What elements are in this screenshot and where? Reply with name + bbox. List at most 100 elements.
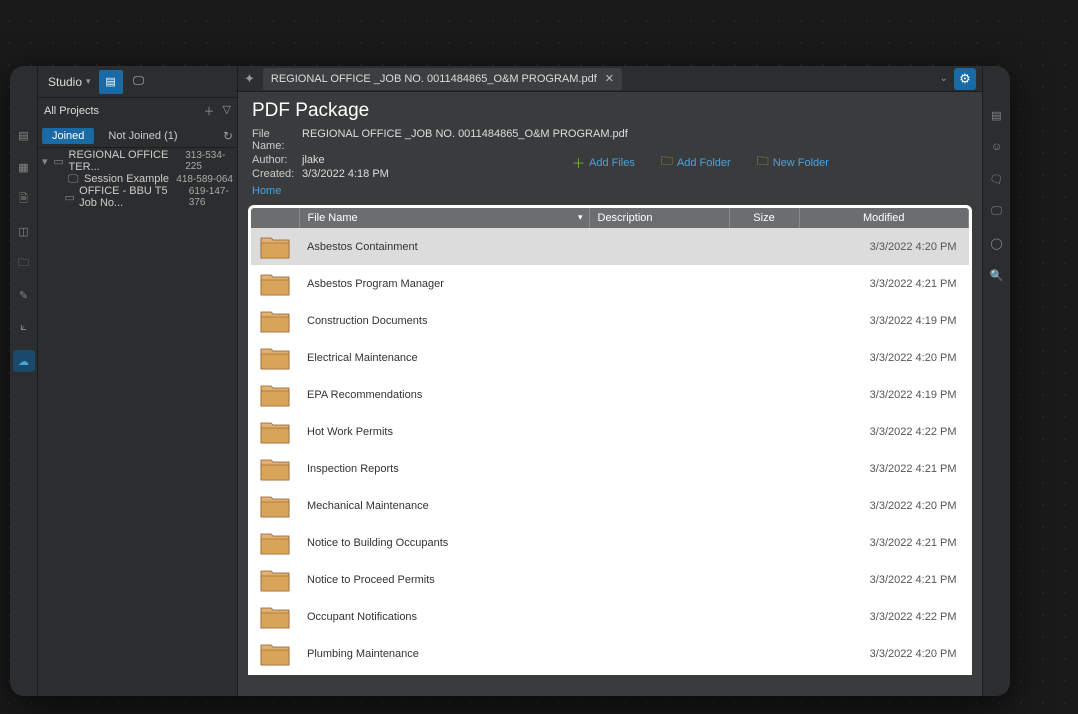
- sidebar: Studio ▤ 🖵 All Projects ＋ ▽ Joined Not J…: [38, 66, 238, 696]
- properties-icon[interactable]: ▤: [988, 106, 1006, 124]
- all-projects-label: All Projects: [44, 105, 99, 117]
- search-icon[interactable]: 🔍: [988, 266, 1006, 284]
- add-folder-button[interactable]: 🗀 Add Folder: [661, 152, 731, 173]
- row-size: [729, 339, 799, 376]
- filename-value: REGIONAL OFFICE _JOB NO. 0011484865_O&M …: [302, 128, 628, 152]
- new-folder-button[interactable]: 🗀 New Folder: [757, 152, 829, 173]
- table-row[interactable]: Occupant Notifications 3/3/2022 4:22 PM: [251, 598, 969, 635]
- breadcrumb: Home: [238, 177, 982, 205]
- tab-not-joined[interactable]: Not Joined (1): [98, 128, 187, 144]
- row-modified: 3/3/2022 4:20 PM: [799, 228, 969, 265]
- row-size: [729, 635, 799, 672]
- col-modified[interactable]: Modified: [799, 208, 969, 228]
- studio-dropdown[interactable]: Studio: [44, 73, 95, 91]
- table-row[interactable]: EPA Recommendations3/3/2022 4:19 PM: [251, 376, 969, 413]
- row-size: [729, 302, 799, 339]
- table-row[interactable]: Electrical Maintenance 3/3/2022 4:20 PM: [251, 339, 969, 376]
- edit-icon[interactable]: ✎: [15, 286, 33, 304]
- row-name: Plumbing Maintenance: [299, 635, 589, 672]
- row-name: Occupant Notifications: [299, 598, 589, 635]
- chat-icon[interactable]: 🗨: [988, 170, 1006, 188]
- project-tabs: Joined Not Joined (1) ↻: [38, 124, 237, 148]
- folder-icon: [251, 635, 299, 672]
- right-rail: ▤ ☺ 🗨 🖵 ◯ 🔍: [982, 66, 1010, 696]
- tag-icon[interactable]: ◯: [988, 234, 1006, 252]
- layers-icon[interactable]: ◫: [15, 222, 33, 240]
- row-modified: 3/3/2022 4:21 PM: [799, 450, 969, 487]
- row-name: Electrical Maintenance: [299, 339, 589, 376]
- user-icon[interactable]: ☺: [988, 138, 1006, 156]
- col-filename[interactable]: File Name: [299, 208, 589, 228]
- tree-label: Session Example: [84, 173, 169, 185]
- row-size: [729, 487, 799, 524]
- session-icon: ▭: [64, 191, 75, 204]
- folder-icon: [251, 487, 299, 524]
- row-name: Notice to Proceed Permits: [299, 561, 589, 598]
- table-row[interactable]: Asbestos Program Manager3/3/2022 4:21 PM: [251, 265, 969, 302]
- row-name: Hot Work Permits: [299, 413, 589, 450]
- row-name: Construction Documents: [299, 302, 589, 339]
- row-description: [589, 413, 729, 450]
- row-modified: 3/3/2022 4:22 PM: [799, 598, 969, 635]
- app-window: ▤ ▦ 🗎 ◫ 🗀 ✎ ⟀ ☁ Studio ▤ 🖵 All Projects …: [10, 66, 1010, 696]
- table-row[interactable]: Asbestos Containment3/3/2022 4:20 PM: [251, 228, 969, 265]
- plus-icon: ＋: [572, 153, 585, 172]
- col-icon[interactable]: [251, 208, 299, 228]
- tree-item[interactable]: ▭ OFFICE - BBU T5 Job No... 619-147-376: [40, 188, 235, 206]
- folder-icon: [251, 561, 299, 598]
- folder-icon: [251, 265, 299, 302]
- row-size: [729, 524, 799, 561]
- briefcase-icon[interactable]: 🗀: [15, 254, 33, 272]
- breadcrumb-home[interactable]: Home: [252, 185, 281, 197]
- created-value: 3/3/2022 4:18 PM: [302, 168, 389, 180]
- content-scroll[interactable]: PDF Package File Name: REGIONAL OFFICE _…: [238, 92, 982, 696]
- table-row[interactable]: Plumbing Maintenance3/3/2022 4:20 PM: [251, 635, 969, 672]
- add-files-button[interactable]: ＋ Add Files: [572, 152, 635, 173]
- tree-label: REGIONAL OFFICE TER...: [69, 149, 182, 173]
- col-description[interactable]: Description: [589, 208, 729, 228]
- add-project-icon[interactable]: ＋: [204, 103, 215, 119]
- refresh-icon[interactable]: ↻: [223, 129, 233, 143]
- document-tab-label: REGIONAL OFFICE _JOB NO. 0011484865_O&M …: [271, 73, 597, 85]
- row-modified: 3/3/2022 4:20 PM: [799, 339, 969, 376]
- row-modified: 3/3/2022 4:21 PM: [799, 561, 969, 598]
- row-size: [729, 561, 799, 598]
- document-icon[interactable]: 🗎: [15, 190, 33, 208]
- table-row[interactable]: Inspection Reports3/3/2022 4:21 PM: [251, 450, 969, 487]
- row-name: EPA Recommendations: [299, 376, 589, 413]
- row-description: [589, 561, 729, 598]
- tab-joined[interactable]: Joined: [42, 128, 94, 144]
- view-mode-monitor-icon[interactable]: 🖵: [127, 70, 151, 94]
- sets-icon[interactable]: 🖵: [988, 202, 1006, 220]
- row-description: [589, 450, 729, 487]
- studio-icon[interactable]: ☁: [13, 350, 35, 372]
- table-row[interactable]: Notice to Proceed Permits 3/3/2022 4:21 P…: [251, 561, 969, 598]
- monitor-icon: 🖵: [66, 173, 80, 186]
- main-area: ✦ REGIONAL OFFICE _JOB NO. 0011484865_O&…: [238, 66, 982, 696]
- folder-icon: [251, 450, 299, 487]
- file-icon[interactable]: ▤: [15, 126, 33, 144]
- tree-num: 418-589-064: [176, 174, 233, 185]
- tab-overflow-icon[interactable]: ⌄: [940, 73, 948, 84]
- view-mode-list-icon[interactable]: ▤: [99, 70, 123, 94]
- package-title: PDF Package: [252, 100, 968, 122]
- document-tab[interactable]: REGIONAL OFFICE _JOB NO. 0011484865_O&M …: [263, 68, 622, 90]
- filter-icon[interactable]: ▽: [223, 103, 231, 119]
- close-tab-icon[interactable]: ✕: [605, 72, 614, 85]
- settings-gear-icon[interactable]: ⚙: [954, 68, 976, 90]
- row-description: [589, 635, 729, 672]
- folder-icon: [251, 524, 299, 561]
- table-row[interactable]: Notice to Building Occupants3/3/2022 4:2…: [251, 524, 969, 561]
- col-size[interactable]: Size: [729, 208, 799, 228]
- row-modified: 3/3/2022 4:19 PM: [799, 302, 969, 339]
- table-row[interactable]: Hot Work Permits3/3/2022 4:22 PM: [251, 413, 969, 450]
- grid-icon[interactable]: ▦: [15, 158, 33, 176]
- measure-icon[interactable]: ⟀: [15, 318, 33, 336]
- project-tree: ▾ ▭ REGIONAL OFFICE TER... 313-534-225 🖵…: [38, 148, 237, 210]
- table-row[interactable]: Construction Documents 3/3/2022 4:19 PM: [251, 302, 969, 339]
- table-row[interactable]: Mechanical Maintenance3/3/2022 4:20 PM: [251, 487, 969, 524]
- wand-icon[interactable]: ✦: [244, 71, 255, 87]
- file-table: File Name Description Size Modified Asbe…: [248, 205, 972, 675]
- row-description: [589, 302, 729, 339]
- tree-item[interactable]: ▾ ▭ REGIONAL OFFICE TER... 313-534-225: [40, 152, 235, 170]
